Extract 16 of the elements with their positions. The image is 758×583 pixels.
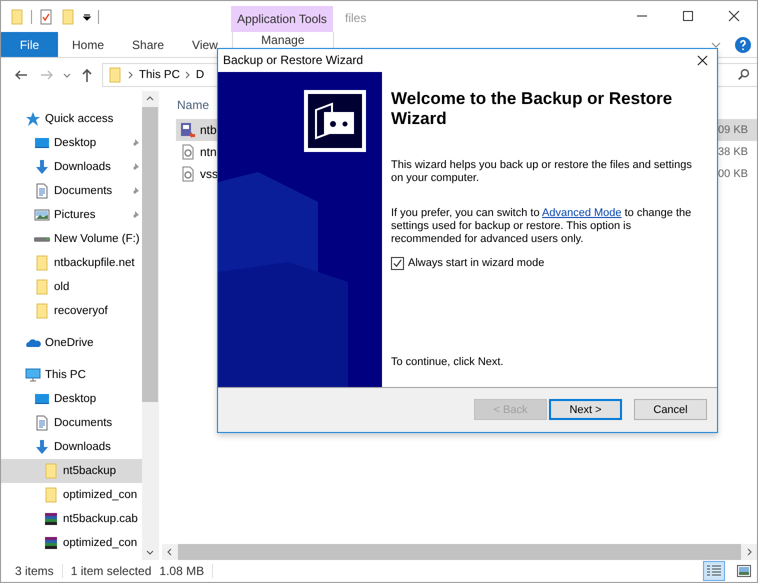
- window-title: files: [345, 11, 366, 27]
- checkbox-label: Always start in wizard mode: [408, 256, 544, 270]
- advanced-mode-text: If you prefer, you can switch to Advanced Mode to change the settings used for backup or restore. This option is recommended for advanced users only.: [391, 206, 692, 246]
- file-size: 00 KB: [718, 168, 748, 180]
- selection-size: 1.08 MB: [159, 564, 204, 578]
- file-size: 09 KB: [718, 124, 748, 136]
- wizard-heading: Welcome to the Backup or Restore Wizard: [391, 88, 674, 129]
- file-name: vss: [200, 167, 218, 181]
- selection-info: 1 item selected: [70, 564, 152, 578]
- continue-text: To continue, click Next.: [391, 356, 504, 369]
- file-size: 38 KB: [718, 146, 748, 158]
- context-tab-header: Application Tools: [231, 6, 333, 32]
- item-count: 3 items: [15, 564, 54, 578]
- file-name: ntb: [200, 123, 217, 137]
- intro-text: This wizard helps you back up or restore the files and settings on your computer.: [391, 158, 693, 185]
- file-name: ntn: [200, 145, 217, 159]
